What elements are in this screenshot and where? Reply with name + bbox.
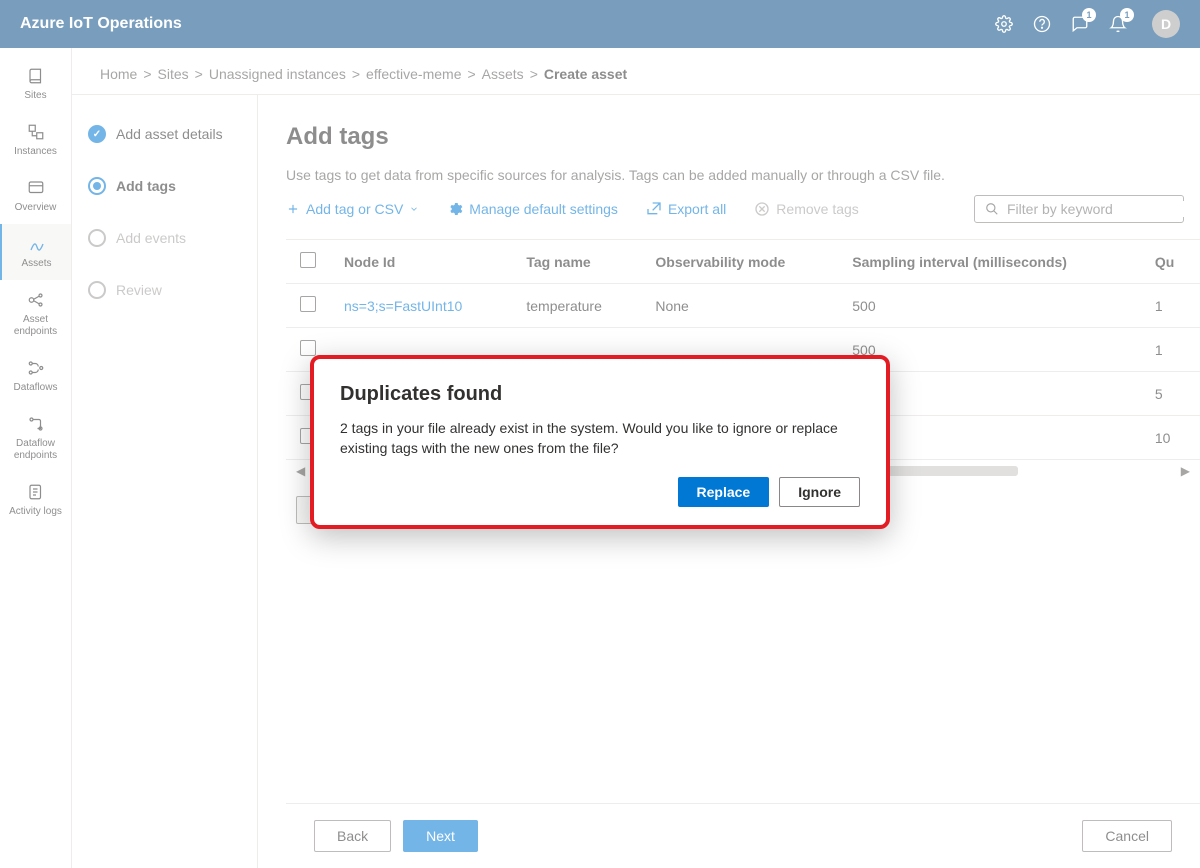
dialog-title: Duplicates found — [340, 383, 860, 406]
duplicates-dialog: Duplicates found 2 tags in your file alr… — [310, 355, 890, 529]
replace-button[interactable]: Replace — [678, 477, 770, 507]
ignore-button[interactable]: Ignore — [779, 477, 860, 507]
dialog-body: 2 tags in your file already exist in the… — [340, 418, 860, 459]
modal-overlay[interactable]: Duplicates found 2 tags in your file alr… — [0, 0, 1200, 868]
